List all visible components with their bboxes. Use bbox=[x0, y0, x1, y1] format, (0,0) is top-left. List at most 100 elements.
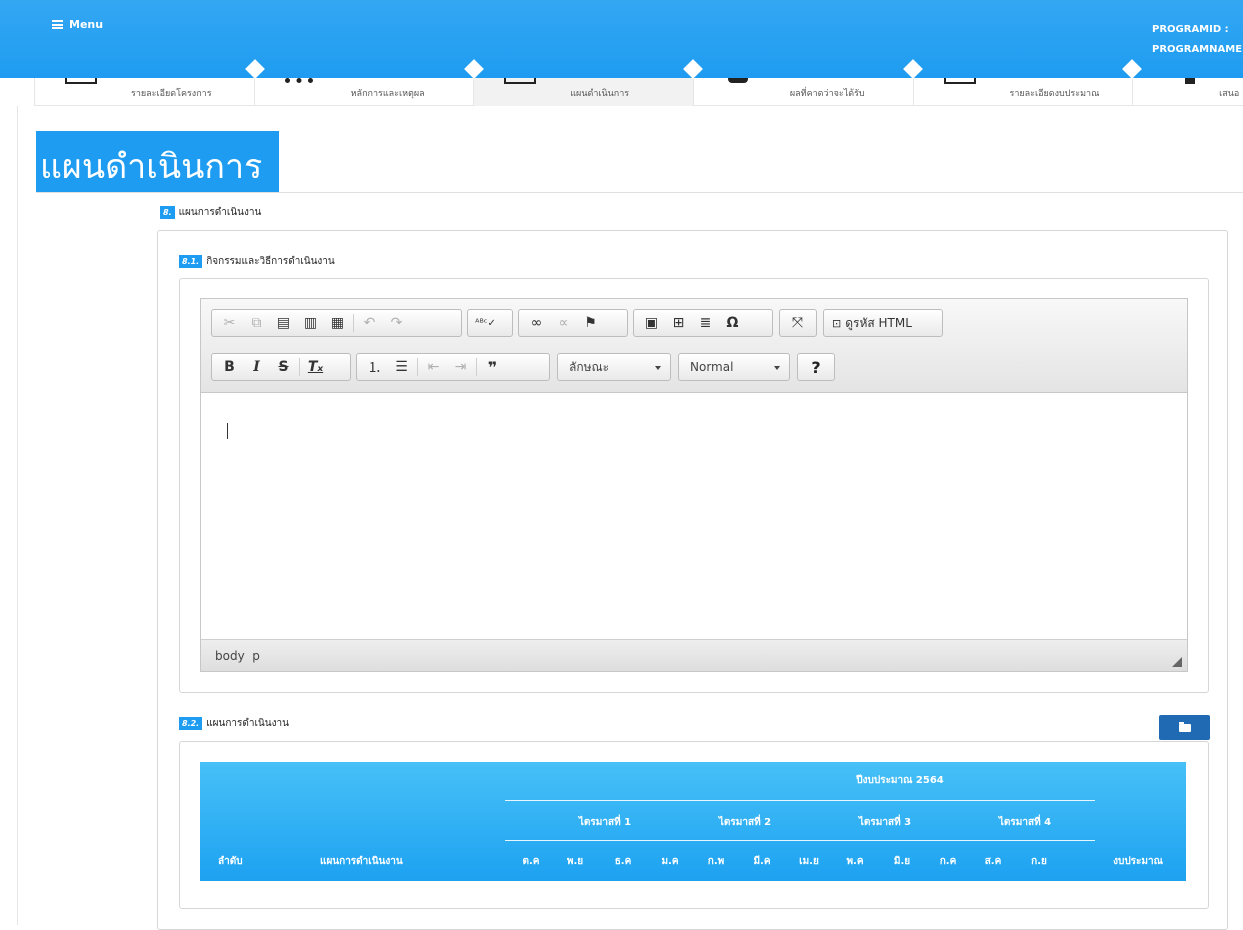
text-cursor bbox=[227, 423, 228, 439]
anchor-flag-icon[interactable]: ⚑ bbox=[577, 311, 604, 335]
folder-open-icon bbox=[1178, 721, 1191, 732]
special-char-icon[interactable]: Ω bbox=[719, 311, 746, 335]
redo-icon[interactable]: ↷ bbox=[383, 311, 410, 335]
undo-icon[interactable]: ↶ bbox=[356, 311, 383, 335]
source-label: ดูรหัส HTML bbox=[845, 315, 912, 330]
paste-text-icon[interactable]: ▥ bbox=[297, 311, 324, 335]
title-divider bbox=[36, 192, 1243, 193]
month-header: ก.ย bbox=[1031, 856, 1047, 867]
help-button[interactable]: ? bbox=[797, 353, 835, 381]
month-header: ก.ค bbox=[939, 856, 957, 867]
section-heading: 8. แผนการดำเนินงาน bbox=[160, 205, 261, 220]
basic-style-group: B I S Tₓ bbox=[211, 353, 351, 381]
resize-handle-icon[interactable] bbox=[1172, 657, 1182, 667]
program-name: PROGRAMNAME bbox=[1152, 44, 1243, 55]
maximize-icon[interactable]: ⤧ bbox=[784, 311, 811, 335]
style-dropdown-value: ลักษณะ bbox=[569, 359, 610, 374]
month-header: ส.ค bbox=[984, 856, 1002, 867]
editor-content-area[interactable] bbox=[201, 393, 1187, 639]
horizontal-line-icon[interactable]: ≣ bbox=[692, 311, 719, 335]
wizard-steps: รายละเอียดโครงการ หลักการและเหตุผล แผนดำ… bbox=[34, 74, 1243, 106]
clipboard-group: ✂ ⧉ ▤ ▥ ▦ ↶ ↷ bbox=[211, 309, 462, 337]
subsection-number: 8.1. bbox=[179, 255, 203, 268]
paste-icon[interactable]: ▤ bbox=[270, 311, 297, 335]
month-header: พ.ย bbox=[566, 856, 584, 867]
image-icon[interactable]: ▣ bbox=[638, 311, 665, 335]
italic-icon[interactable]: I bbox=[243, 355, 270, 379]
cut-icon[interactable]: ✂ bbox=[216, 311, 243, 335]
list-group: ⒈ ☰ ⇤ ⇥ ❞ bbox=[356, 353, 550, 381]
unlink-icon[interactable]: ∝ bbox=[550, 311, 577, 335]
editor-toolbar: ✂ ⧉ ▤ ▥ ▦ ↶ ↷ ᴬᴮᶜ✓ ∞ ∝ ⚑ ▣ ⊞ ≣ Ω ⤧ ⊡ ดูร… bbox=[201, 299, 1187, 393]
subsection-number: 8.2. bbox=[179, 717, 203, 730]
open-folder-button[interactable] bbox=[1159, 715, 1210, 740]
plan-table-header: ปีงบประมาณ 2564 ไตรมาสที่ 1 ไตรมาสที่ 2 … bbox=[200, 762, 1186, 881]
quarter-header: ไตรมาสที่ 4 bbox=[998, 817, 1052, 828]
bold-icon[interactable]: B bbox=[216, 355, 243, 379]
month-header: เม.ย bbox=[799, 856, 819, 867]
bulleted-list-icon[interactable]: ☰ bbox=[388, 355, 415, 379]
copy-icon[interactable]: ⧉ bbox=[243, 311, 270, 335]
page-title: แผนดำเนินการ bbox=[36, 131, 279, 192]
month-header: ก.พ bbox=[707, 856, 725, 867]
source-button[interactable]: ⊡ ดูรหัส HTML bbox=[823, 309, 943, 337]
maximize-group: ⤧ bbox=[779, 309, 817, 337]
section-number: 8. bbox=[160, 206, 175, 219]
indent-icon[interactable]: ⇥ bbox=[447, 355, 474, 379]
section-label: แผนการดำเนินงาน bbox=[178, 207, 262, 218]
spellcheck-icon[interactable]: ᴬᴮᶜ✓ bbox=[472, 311, 499, 335]
subsection-heading: 8.2. แผนการดำเนินงาน bbox=[179, 716, 289, 731]
remove-format-icon[interactable]: Tₓ bbox=[302, 355, 329, 379]
fiscal-year-header: ปีงบประมาณ 2564 bbox=[856, 775, 944, 786]
month-header: ต.ค bbox=[522, 856, 540, 867]
outdent-icon[interactable]: ⇤ bbox=[420, 355, 447, 379]
content-left-border bbox=[17, 106, 18, 925]
numbered-list-icon[interactable]: ⒈ bbox=[361, 355, 388, 379]
month-header: ม.ค bbox=[661, 856, 679, 867]
menu-label: Menu bbox=[69, 18, 104, 31]
paste-word-icon[interactable]: ▦ bbox=[324, 311, 351, 335]
program-info: PROGRAMID : PROGRAMNAME bbox=[1152, 20, 1242, 60]
step-rationale[interactable]: หลักการและเหตุผล bbox=[255, 74, 475, 106]
format-dropdown-value: Normal bbox=[690, 360, 734, 374]
month-header: มี.ค bbox=[753, 856, 771, 867]
plan-header: แผนการดำเนินงาน bbox=[320, 856, 403, 867]
step-label: หลักการและเหตุผล bbox=[350, 89, 425, 99]
hamburger-icon bbox=[52, 20, 63, 29]
step-label: เสนอ bbox=[1219, 89, 1240, 99]
blockquote-icon[interactable]: ❞ bbox=[479, 355, 506, 379]
month-header: มิ.ย bbox=[893, 856, 911, 867]
month-header: พ.ค bbox=[846, 856, 864, 867]
step-icon bbox=[284, 78, 313, 83]
step-project-details[interactable]: รายละเอียดโครงการ bbox=[35, 74, 255, 106]
element-path[interactable]: body p bbox=[215, 649, 260, 663]
subsection-label: แผนการดำเนินงาน bbox=[206, 718, 289, 729]
chevron-down-icon bbox=[774, 366, 780, 370]
chevron-down-icon bbox=[655, 366, 661, 370]
subsection-heading: 8.1. กิจกรรมและวิธีการดำเนินงาน bbox=[179, 254, 335, 269]
order-header: ลำดับ bbox=[218, 856, 243, 867]
step-expected-results[interactable]: ผลที่คาดว่าจะได้รับ bbox=[694, 74, 914, 106]
format-dropdown[interactable]: Normal bbox=[678, 353, 790, 381]
program-id: PROGRAMID : bbox=[1152, 24, 1229, 35]
subsection-label: กิจกรรมและวิธีการดำเนินงาน bbox=[206, 256, 335, 267]
link-group: ∞ ∝ ⚑ bbox=[518, 309, 628, 337]
budget-header: งบประมาณ bbox=[1113, 856, 1163, 867]
step-submit[interactable]: เสนอ bbox=[1133, 74, 1243, 106]
source-icon: ⊡ bbox=[832, 316, 842, 330]
editor-statusbar: body p bbox=[201, 639, 1187, 671]
month-header: ธ.ค bbox=[614, 856, 632, 867]
rich-text-editor: ✂ ⧉ ▤ ▥ ▦ ↶ ↷ ᴬᴮᶜ✓ ∞ ∝ ⚑ ▣ ⊞ ≣ Ω ⤧ ⊡ ดูร… bbox=[200, 298, 1188, 672]
help-icon: ? bbox=[811, 357, 821, 377]
menu-button[interactable]: Menu bbox=[52, 18, 103, 31]
insert-group: ▣ ⊞ ≣ Ω bbox=[633, 309, 773, 337]
step-action-plan[interactable]: แผนดำเนินการ bbox=[474, 74, 694, 106]
link-icon[interactable]: ∞ bbox=[523, 311, 550, 335]
style-dropdown[interactable]: ลักษณะ bbox=[557, 353, 671, 381]
strike-icon[interactable]: S bbox=[270, 355, 297, 379]
step-budget-details[interactable]: รายละเอียดงบประมาณ bbox=[914, 74, 1134, 106]
step-label: ผลที่คาดว่าจะได้รับ bbox=[789, 89, 865, 99]
spellcheck-group: ᴬᴮᶜ✓ bbox=[467, 309, 513, 337]
top-navbar: Menu PROGRAMID : PROGRAMNAME bbox=[0, 0, 1243, 78]
table-icon[interactable]: ⊞ bbox=[665, 311, 692, 335]
